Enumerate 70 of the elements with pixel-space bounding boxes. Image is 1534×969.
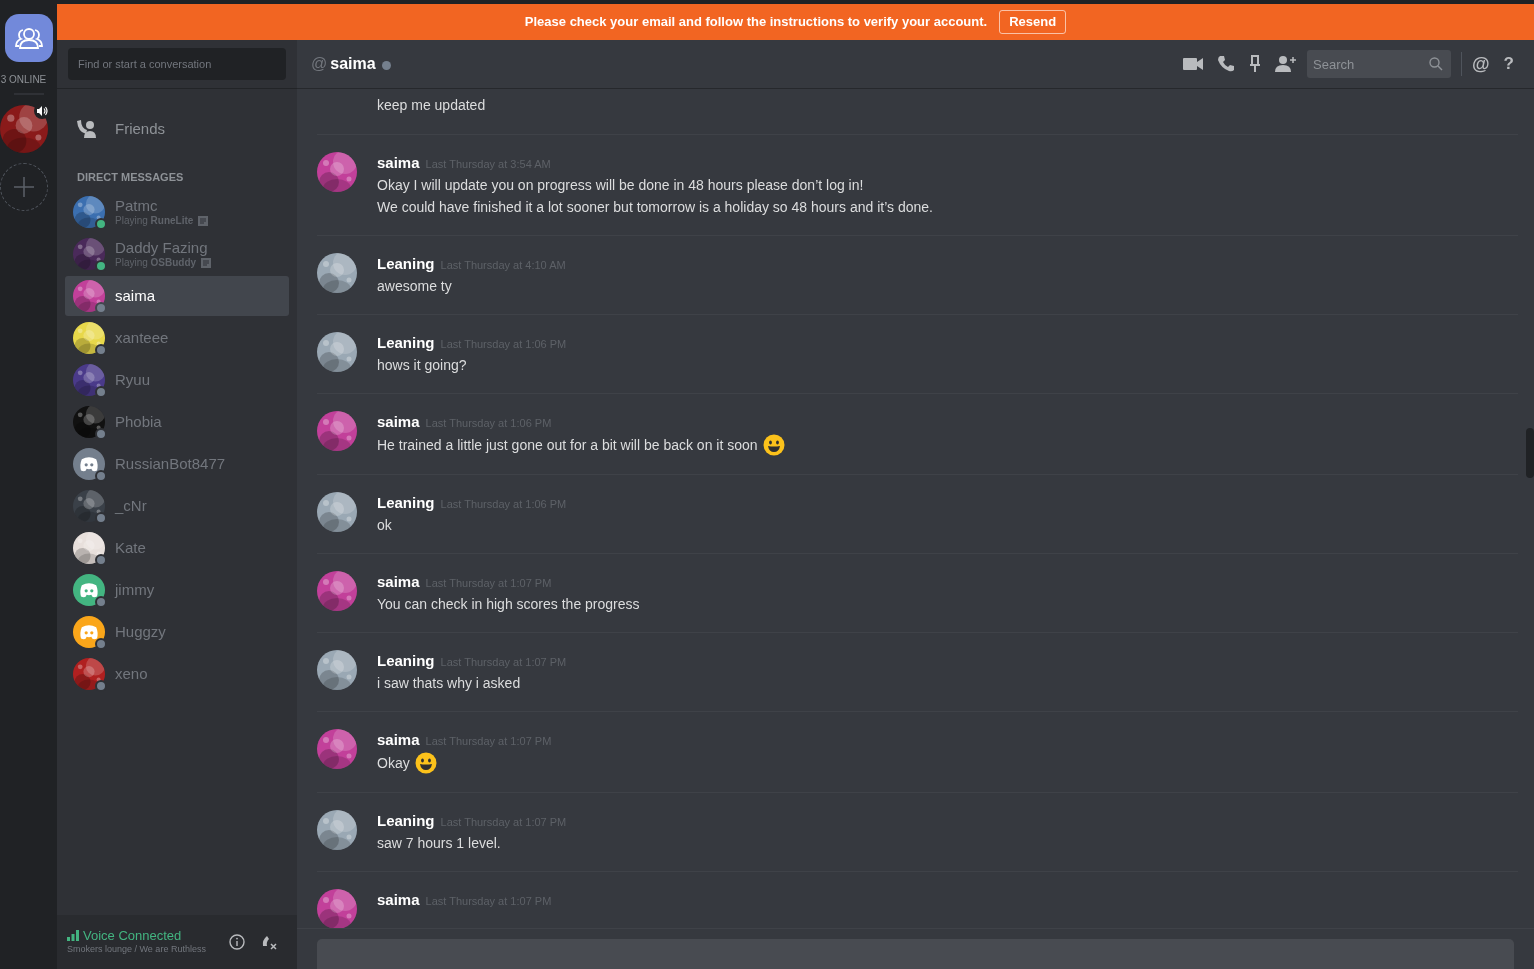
home-button[interactable] — [4, 14, 53, 62]
dm-name: Kate — [115, 538, 146, 557]
dm-item[interactable]: Kate — [65, 527, 289, 568]
dm-name: RussianBot8477 — [115, 454, 226, 473]
dm-name: Ryuu — [115, 370, 151, 389]
search-field[interactable]: Find or start a conversation — [68, 48, 286, 80]
author-name: Leaning — [377, 811, 435, 831]
dm-item[interactable]: Huggzy — [65, 611, 289, 652]
scrollbar-thumb[interactable] — [1526, 428, 1534, 478]
voice-status: Voice Connected — [83, 927, 182, 943]
dm-name: xeno — [115, 664, 148, 683]
message-text: saw 7 hours 1 level. — [377, 833, 501, 853]
author-name: Leaning — [377, 333, 435, 353]
resend-button[interactable]: Resend — [999, 10, 1067, 34]
author-name: saima — [377, 890, 420, 910]
section-header: DIRECT MESSAGES — [76, 170, 185, 185]
dm-item[interactable]: xanteee — [65, 317, 289, 358]
banner-message: Please check your email and follow the instructions to verify your account. — [524, 13, 988, 32]
mentions-button[interactable]: @ — [1472, 50, 1490, 78]
info-icon[interactable] — [229, 934, 245, 950]
dm-name: jimmy — [115, 580, 155, 599]
help-button[interactable]: ? — [1503, 51, 1514, 77]
dm-item[interactable]: jimmy — [65, 569, 289, 610]
message-text: i saw thats why i asked — [377, 673, 521, 693]
dm-item[interactable]: saima — [65, 275, 289, 316]
plus-icon — [12, 176, 35, 198]
author-name: saima — [377, 572, 420, 592]
message-text: Okay — [377, 753, 410, 773]
dm-item[interactable]: Ryuu — [65, 359, 289, 400]
pin-icon[interactable] — [1249, 55, 1262, 73]
dm-name: _cNr — [115, 496, 147, 515]
message-text: awesome ty — [377, 276, 452, 296]
message-text: He trained a little just gone out for a bit will be back on it soon — [377, 435, 758, 455]
at-sign: @ — [311, 54, 328, 74]
dm-name: Phobia — [115, 412, 162, 431]
channel-title: saima — [330, 54, 376, 74]
message-text: hows it going? — [377, 355, 467, 375]
voice-channel: Smokers lounge / We are Ruthless — [67, 942, 207, 956]
dm-item[interactable]: RussianBot8477 — [65, 443, 289, 484]
author-name: saima — [377, 730, 420, 750]
message-text: You can check in high scores the progress — [377, 594, 640, 614]
dm-name: Huggzy — [115, 622, 166, 641]
dm-name: Daddy Fazing — [115, 238, 209, 257]
document-icon — [201, 257, 212, 268]
dm-name: saima — [115, 286, 155, 305]
search-field[interactable]: Search — [1307, 50, 1452, 78]
author-name: saima — [377, 153, 420, 173]
phone-icon[interactable] — [1217, 55, 1236, 73]
friends-icon — [75, 120, 97, 138]
online-count: 3 ONLINE — [0, 73, 47, 87]
message-text: We could have finished it a lot sooner but tomorrow is a holiday so 48 hours and it’s done. — [377, 197, 933, 217]
dm-name: Patmc — [115, 196, 159, 215]
friends-item[interactable]: Friends — [65, 109, 289, 149]
signal-icon — [67, 929, 79, 942]
dm-item[interactable]: _cNr — [65, 485, 289, 526]
message-text: ok — [377, 515, 392, 535]
video-icon[interactable] — [1183, 57, 1204, 71]
message-text: Okay I will update you on progress will be done in 48 hours please don’t log in! — [377, 175, 864, 195]
dm-name: xanteee — [115, 328, 169, 347]
disconnect-icon[interactable] — [261, 934, 277, 950]
author-name: saima — [377, 412, 420, 432]
author-name: Leaning — [377, 254, 435, 274]
dm-item[interactable]: Phobia — [65, 401, 289, 442]
add-user-icon[interactable] — [1275, 55, 1298, 73]
author-name: Leaning — [377, 651, 435, 671]
author-name: Leaning — [377, 493, 435, 513]
search-icon — [1429, 57, 1444, 71]
document-icon — [198, 215, 209, 226]
dm-item[interactable]: xeno — [65, 653, 289, 694]
message-text: keep me updated — [377, 95, 486, 115]
